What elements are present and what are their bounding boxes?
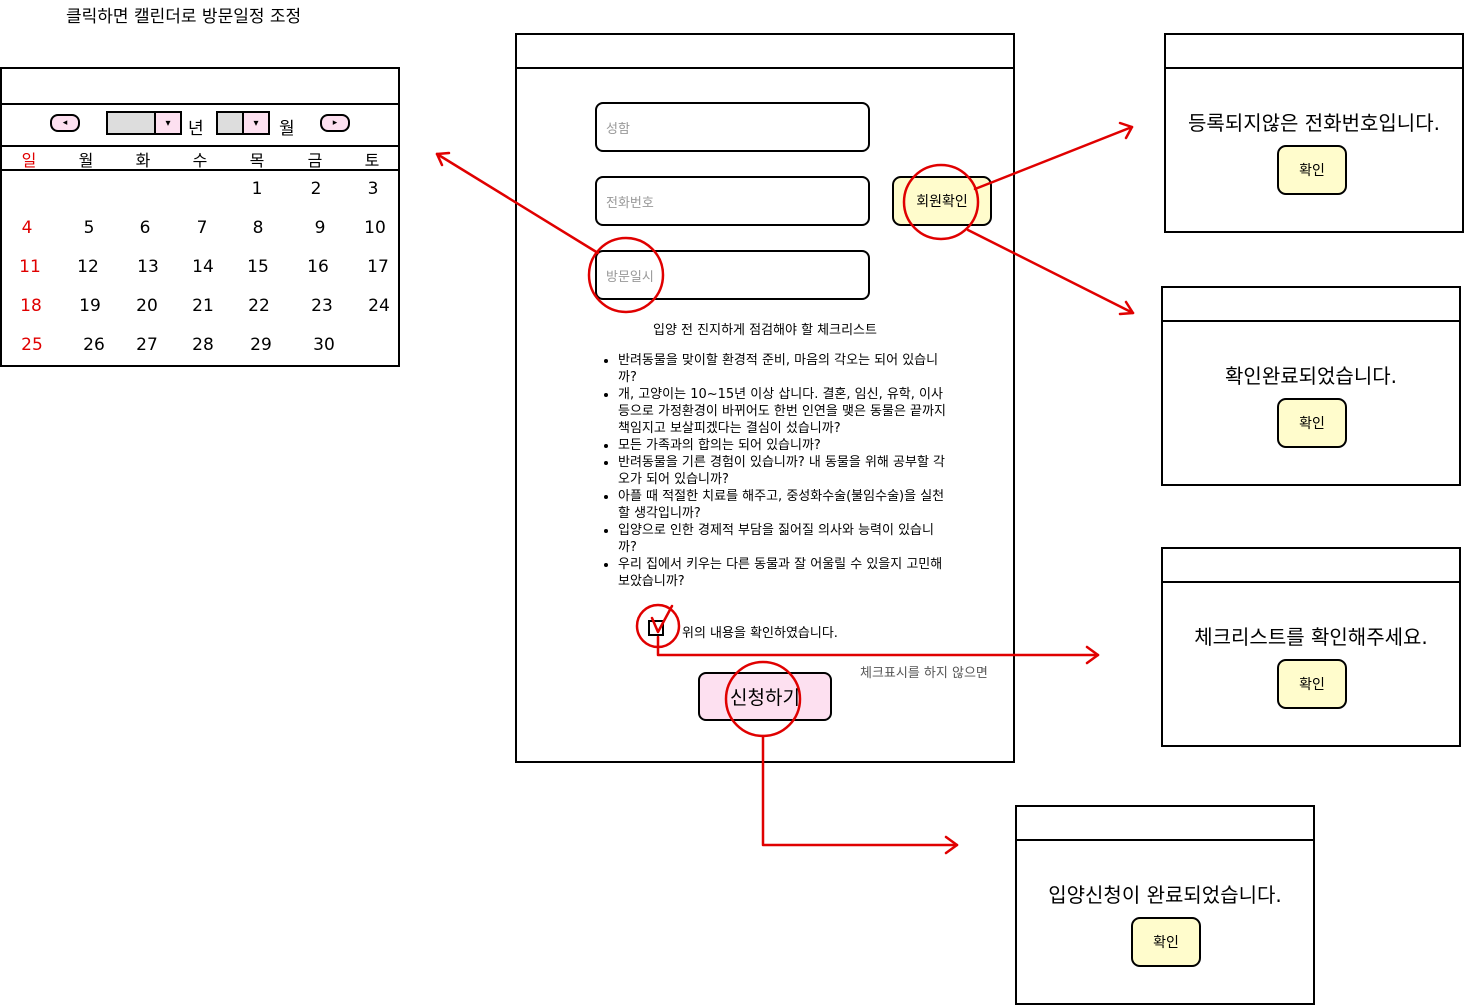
calendar-day[interactable]: 20	[136, 296, 158, 316]
calendar-annotation: 클릭하면 캘린더로 방문일정 조정	[66, 7, 302, 27]
calendar-day[interactable]: 7	[197, 218, 208, 238]
calendar-day[interactable]: 1	[252, 179, 263, 199]
calendar-day[interactable]: 23	[311, 296, 333, 316]
year-unit-label: 년	[188, 119, 204, 139]
confirm-label: 위의 내용을 확인하였습니다.	[682, 626, 838, 641]
weekday-thu: 목	[249, 151, 265, 170]
checkbox-annotation: 체크표시를 하지 않으면	[860, 666, 988, 681]
calendar-day[interactable]: 19	[79, 296, 101, 316]
chevron-down-icon: ▾	[242, 113, 268, 133]
calendar-arrow-head	[435, 151, 451, 167]
calendar-day[interactable]: 24	[368, 296, 390, 316]
calendar-day[interactable]: 9	[315, 218, 326, 238]
calendar-day[interactable]: 14	[192, 257, 214, 277]
dialog-message: 등록되지않은 전화번호입니다.	[1188, 111, 1440, 135]
list-item: 모든 가족과의 합의는 되어 있습니까?	[618, 437, 950, 454]
dialog-message: 확인완료되었습니다.	[1225, 364, 1397, 388]
right-arrow-icon: ▸	[332, 118, 338, 128]
weekday-sat: 토	[364, 151, 380, 170]
next-month-button[interactable]: ▸	[320, 114, 350, 132]
not-registered-arrow-head	[1118, 121, 1134, 140]
dialog-message: 입양신청이 완료되었습니다.	[1048, 883, 1282, 907]
submit-button[interactable]: 신청하기	[698, 672, 832, 721]
weekday-mon: 월	[78, 151, 94, 170]
left-arrow-icon: ◂	[62, 118, 68, 128]
name-input[interactable]: 성함	[595, 102, 870, 152]
dialog-title-bar	[1017, 807, 1313, 841]
calendar-day[interactable]: 10	[364, 218, 386, 238]
phone-input[interactable]: 전화번호	[595, 176, 870, 226]
visit-datetime-input[interactable]: 방문일시	[595, 250, 870, 300]
weekday-fri: 금	[307, 151, 323, 170]
year-select[interactable]: ▾	[106, 111, 182, 135]
calendar-popup: ◂ ▾ 년 ▾ 월 ▸ 일 월 화 수 목 금 토 1 2 3 4 5 6 7 …	[0, 67, 400, 367]
calendar-day[interactable]: 16	[307, 257, 329, 277]
weekday-sun: 일	[21, 151, 37, 170]
member-check-button[interactable]: 회원확인	[892, 176, 992, 226]
dialog-title-bar	[1163, 549, 1459, 583]
confirm-checkbox[interactable]	[648, 620, 664, 636]
calendar-day[interactable]: 25	[21, 335, 43, 355]
calendar-day[interactable]: 2	[311, 179, 322, 199]
completed-arrow-head	[944, 835, 959, 855]
weekday-divider	[2, 169, 398, 171]
calendar-day[interactable]: 5	[84, 218, 95, 238]
ok-button[interactable]: 확인	[1277, 145, 1347, 195]
check-required-dialog: 체크리스트를 확인해주세요. 확인	[1161, 547, 1461, 747]
weekday-tue: 화	[135, 151, 151, 170]
list-item: 반려동물을 맞이할 환경적 준비, 마음의 각오는 되어 있습니까?	[618, 352, 950, 386]
chevron-down-icon: ▾	[154, 113, 180, 133]
calendar-day[interactable]: 8	[253, 218, 264, 238]
form-title-bar	[517, 35, 1013, 69]
calendar-day[interactable]: 27	[136, 335, 158, 355]
calendar-day[interactable]: 4	[22, 218, 33, 238]
confirmed-arrow-head	[1118, 300, 1135, 316]
not-registered-dialog: 등록되지않은 전화번호입니다. 확인	[1164, 33, 1464, 233]
calendar-day[interactable]: 30	[313, 335, 335, 355]
list-item: 우리 집에서 키우는 다른 동물과 잘 어울릴 수 있을지 고민해보았습니까?	[618, 556, 950, 590]
month-select[interactable]: ▾	[216, 111, 270, 135]
calendar-day[interactable]: 28	[192, 335, 214, 355]
calendar-day[interactable]: 29	[250, 335, 272, 355]
list-item: 개, 고양이는 10~15년 이상 삽니다. 결혼, 임신, 유학, 이사 등으…	[618, 386, 950, 437]
check-required-arrow-head	[1085, 645, 1100, 665]
dialog-message: 체크리스트를 확인해주세요.	[1194, 625, 1428, 649]
calendar-day[interactable]: 11	[19, 257, 41, 277]
calendar-day[interactable]: 21	[192, 296, 214, 316]
calendar-title-bar	[2, 69, 398, 105]
ok-button[interactable]: 확인	[1277, 659, 1347, 709]
list-item: 아플 때 적절한 치료를 해주고, 중성화수술(불임수술)을 실천할 생각입니까…	[618, 488, 950, 522]
dialog-title-bar	[1163, 288, 1459, 322]
checklist: 반려동물을 맞이할 환경적 준비, 마음의 각오는 되어 있습니까? 개, 고양…	[600, 352, 950, 590]
calendar-day[interactable]: 22	[248, 296, 270, 316]
month-unit-label: 월	[279, 119, 295, 139]
confirmed-dialog: 확인완료되었습니다. 확인	[1161, 286, 1461, 486]
calendar-day[interactable]: 15	[247, 257, 269, 277]
prev-month-button[interactable]: ◂	[50, 114, 80, 132]
ok-button[interactable]: 확인	[1277, 398, 1347, 448]
calendar-day[interactable]: 17	[367, 257, 389, 277]
calendar-day[interactable]: 18	[20, 296, 42, 316]
calendar-day[interactable]: 13	[137, 257, 159, 277]
dialog-title-bar	[1166, 35, 1462, 69]
checklist-title: 입양 전 진지하게 점검해야 할 체크리스트	[653, 323, 877, 338]
calendar-nav-bar: ◂ ▾ 년 ▾ 월 ▸	[2, 103, 398, 147]
completed-dialog: 입양신청이 완료되었습니다. 확인	[1015, 805, 1315, 1005]
weekday-wed: 수	[192, 151, 208, 170]
calendar-day[interactable]: 6	[140, 218, 151, 238]
ok-button[interactable]: 확인	[1131, 917, 1201, 967]
calendar-day[interactable]: 3	[368, 179, 379, 199]
list-item: 입양으로 인한 경제적 부담을 짊어질 의사와 능력이 있습니까?	[618, 522, 950, 556]
calendar-day[interactable]: 26	[83, 335, 105, 355]
calendar-day[interactable]: 12	[77, 257, 99, 277]
list-item: 반려동물을 기른 경험이 있습니까? 내 동물을 위해 공부할 각오가 되어 있…	[618, 454, 950, 488]
